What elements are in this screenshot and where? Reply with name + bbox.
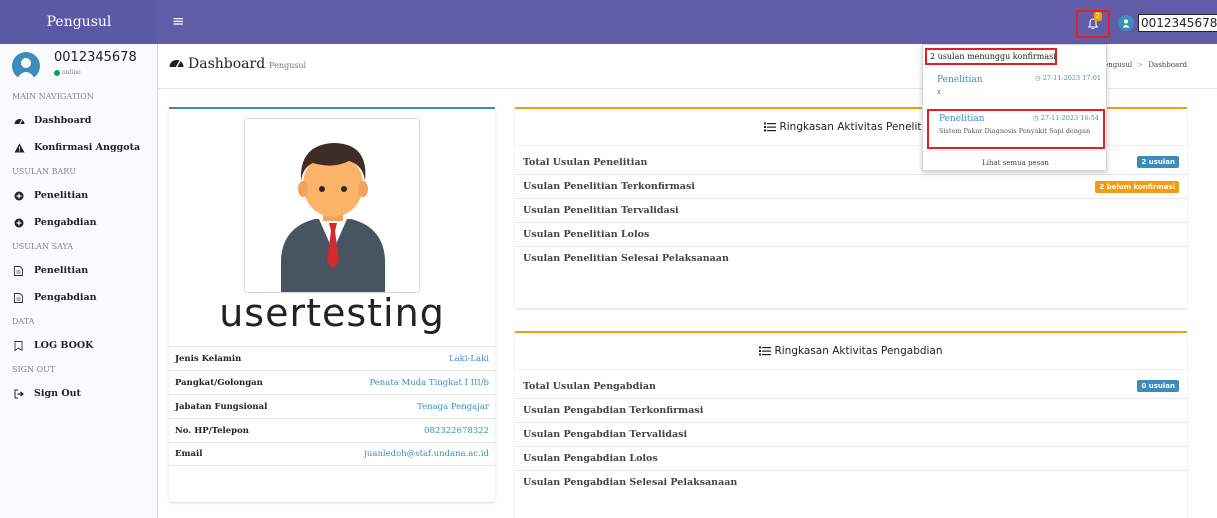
sidebar-item-label: Dashboard [34, 115, 92, 126]
sidebar-item-label: Penelitian [34, 190, 89, 201]
dashboard-icon [14, 116, 30, 125]
top-navbar: ≡ 2 0012345678 [158, 0, 1217, 44]
notification-item[interactable]: Penelitian ◷ 27-11-2023 16:54 Sistem Pak… [927, 109, 1105, 149]
sidebar: 0012345678 online MAIN NAVIGATION Dashbo… [0, 44, 158, 518]
notification-time: ◷ 27-11-2023 16:54 [1032, 114, 1099, 122]
sidebar-item-dashboard[interactable]: Dashboard [0, 107, 157, 134]
notification-time: ◷ 27-11-2023 17:01 [1034, 74, 1101, 82]
user-menu[interactable]: 0012345678 [1118, 14, 1217, 32]
warning-icon [14, 143, 30, 153]
summary-row: Usulan Pengabdian Selesai Pelaksanaan [515, 470, 1187, 494]
page-title-text: Dashboard [188, 56, 266, 72]
notifications-button[interactable]: 2 [1076, 10, 1110, 38]
notifications-dropdown: 2 usulan menunggu konfirmasi Penelitian … [922, 44, 1108, 171]
clock-icon: ◷ [1032, 114, 1039, 122]
summary-row: Total Usulan Pengabdian 0 usulan [515, 374, 1187, 398]
notification-item[interactable]: Penelitian ◷ 27-11-2023 17:01 x [927, 73, 1105, 107]
profile-row: Jabatan Fungsional Tenaga Pengajar [169, 394, 495, 418]
summary-row: Usulan Penelitian Tervalidasi [515, 198, 1187, 222]
summary-row: Usulan Penelitian Terkonfirmasi 2 belum … [515, 174, 1187, 198]
sidebar-item-saya-penelitian[interactable]: Penelitian [0, 257, 157, 284]
online-status: online [54, 69, 81, 76]
sidebar-item-saya-pengabdian[interactable]: Pengabdian [0, 284, 157, 311]
bookmark-icon [14, 340, 30, 351]
list-icon [764, 122, 777, 132]
profile-row: Pangkat/Golongan Penata Muda Tingkat I II… [169, 370, 495, 394]
user-avatar-illustration [281, 143, 385, 292]
profile-photo [244, 118, 420, 293]
status-badge: 0 usulan [1137, 380, 1179, 392]
notification-desc: x [937, 88, 941, 96]
profile-row: Email juanledoh@staf.undana.ac.id [169, 442, 495, 466]
plus-circle-icon [14, 191, 30, 201]
nav-header-data: DATA [12, 317, 35, 326]
sidebar-item-label: Konfirmasi Anggota [34, 142, 141, 153]
profile-username: usertesting [219, 291, 445, 335]
notification-count-badge: 2 [1093, 12, 1102, 21]
file-icon [14, 265, 30, 276]
nav-header-sign-out: SIGN OUT [12, 365, 56, 374]
status-badge: 2 usulan [1137, 156, 1179, 168]
sidebar-item-label: Sign Out [34, 388, 81, 399]
online-dot-icon [54, 69, 60, 76]
file-icon [14, 292, 30, 303]
sidebar-item-baru-penelitian[interactable]: Penelitian [0, 182, 157, 209]
see-all-messages-link[interactable]: Lihat semua pesan [923, 159, 1108, 167]
card-title: Ringkasan Aktivitas Pengabdian [515, 333, 1187, 370]
user-panel: 0012345678 online [0, 44, 157, 86]
summary-row: Usulan Penelitian Lolos [515, 222, 1187, 246]
sidebar-item-baru-pengabdian[interactable]: Pengabdian [0, 209, 157, 236]
sidebar-username: 0012345678 [54, 50, 137, 65]
notification-desc: Sistem Pakar Diagnosis Penyakit Sapi den… [939, 127, 1093, 135]
menu-toggle-icon[interactable]: ≡ [172, 12, 185, 30]
nav-header-main: MAIN NAVIGATION [12, 92, 94, 101]
summary-row: Usulan Pengabdian Terkonfirmasi [515, 398, 1187, 422]
status-badge: 2 belum konfirmasi [1095, 180, 1179, 193]
dashboard-icon [169, 56, 184, 68]
clock-icon: ◷ [1034, 74, 1041, 82]
sidebar-item-sign-out[interactable]: Sign Out [0, 380, 157, 407]
nav-header-usulan-baru: USULAN BARU [12, 167, 77, 176]
summary-row: Usulan Pengabdian Lolos [515, 446, 1187, 470]
breadcrumb: Pengusul > Dashboard [1099, 61, 1187, 69]
page-subtitle: Pengusul [269, 61, 307, 70]
sign-out-icon [14, 389, 30, 399]
nav-header-usulan-saya: USULAN SAYA [12, 242, 73, 251]
summary-row: Usulan Penelitian Selesai Pelaksanaan [515, 246, 1187, 270]
page-title: Dashboard Pengusul [169, 56, 306, 72]
sidebar-item-konfirmasi-anggota[interactable]: Konfirmasi Anggota [0, 134, 157, 161]
avatar [12, 52, 40, 80]
list-icon [759, 346, 772, 356]
profile-row: No. HP/Telepon 082322678322 [169, 418, 495, 442]
profile-row: Jenis Kelamin Laki-Laki [169, 346, 495, 370]
sidebar-item-label: Penelitian [34, 265, 89, 276]
notifications-header: 2 usulan menunggu konfirmasi [925, 48, 1057, 65]
plus-circle-icon [14, 218, 30, 228]
sidebar-item-label: LOG BOOK [34, 340, 94, 351]
breadcrumb-item: Dashboard [1148, 61, 1187, 69]
top-username[interactable]: 0012345678 [1138, 14, 1217, 32]
sidebar-item-label: Pengabdian [34, 217, 97, 228]
sidebar-item-label: Pengabdian [34, 292, 97, 303]
sidebar-item-logbook[interactable]: LOG BOOK [0, 332, 157, 359]
profile-card: usertesting Jenis Kelamin Laki-Laki Pangk… [169, 107, 495, 502]
user-avatar-icon [1118, 15, 1134, 31]
summary-row: Usulan Pengabdian Tervalidasi [515, 422, 1187, 446]
app-logo[interactable]: Pengusul [0, 0, 158, 44]
pengabdian-summary-card: Ringkasan Aktivitas Pengabdian Total Usu… [515, 331, 1187, 518]
